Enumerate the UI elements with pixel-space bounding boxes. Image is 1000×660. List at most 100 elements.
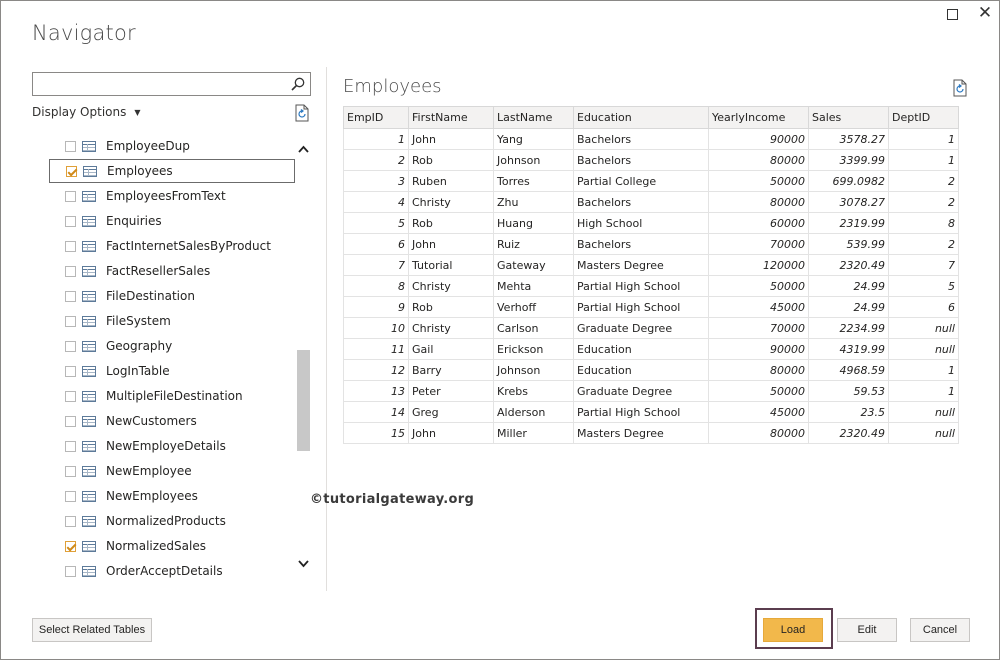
table-cell: Rob <box>408 296 494 318</box>
list-item-label: FactResellerSales <box>106 264 211 278</box>
close-icon[interactable]: ✕ <box>976 3 994 23</box>
list-item[interactable]: Employees <box>49 159 295 183</box>
list-item[interactable]: OrderAcceptDetails <box>49 559 295 583</box>
checkbox[interactable] <box>65 190 76 202</box>
table-cell: 3 <box>343 170 409 192</box>
table-cell: 3399.99 <box>808 149 889 171</box>
list-item-label: OrderAcceptDetails <box>106 564 223 578</box>
table-cell: 24.99 <box>808 275 889 297</box>
column-header[interactable]: Sales <box>808 106 889 129</box>
chevron-down-icon[interactable] <box>296 556 311 571</box>
table-cell: 8 <box>888 212 959 234</box>
checkbox[interactable] <box>65 240 76 252</box>
search-icon[interactable] <box>290 76 306 92</box>
select-related-tables-button[interactable]: Select Related Tables <box>32 618 152 642</box>
table-cell: null <box>888 317 959 339</box>
column-header[interactable]: LastName <box>493 106 574 129</box>
scrollbar-thumb[interactable] <box>297 350 310 451</box>
checkbox[interactable] <box>65 540 76 552</box>
display-options-dropdown[interactable]: Display Options ▼ <box>32 105 141 119</box>
table-cell: 45000 <box>708 401 809 423</box>
table-cell: 50000 <box>708 380 809 402</box>
list-item[interactable]: NormalizedSales <box>49 534 295 558</box>
table-row: 8 Christy Mehta Partial High School 50000 24.… <box>343 275 959 297</box>
checkbox[interactable] <box>65 290 76 302</box>
table-cell: 2 <box>343 149 409 171</box>
list-scrollbar[interactable] <box>296 128 311 590</box>
column-header[interactable]: FirstName <box>408 106 494 129</box>
checkbox[interactable] <box>65 140 76 152</box>
table-row: 5 Rob Huang High School 60000 2319.99 8 <box>343 212 959 234</box>
chevron-up-icon[interactable] <box>296 142 311 157</box>
table-cell: 4 <box>343 191 409 213</box>
list-item[interactable]: NewEmployeDetails <box>49 434 295 458</box>
table-row: 11 Gail Erickson Education 90000 4319.99 null <box>343 338 959 360</box>
cancel-button[interactable]: Cancel <box>910 618 970 642</box>
column-header[interactable]: DeptID <box>888 106 959 129</box>
column-header[interactable]: EmpID <box>343 106 409 129</box>
checkbox[interactable] <box>65 440 76 452</box>
table-cell: Bachelors <box>573 233 709 255</box>
preview-title: Employees <box>343 76 442 97</box>
maximize-icon[interactable] <box>947 9 958 20</box>
table-cell: Greg <box>408 401 494 423</box>
list-item-label: LogInTable <box>106 364 170 378</box>
list-item[interactable]: FileSystem <box>49 309 295 333</box>
list-item[interactable]: NewEmployee <box>49 459 295 483</box>
table-cell: Ruiz <box>493 233 574 255</box>
checkbox[interactable] <box>65 565 76 577</box>
table-icon <box>82 215 96 227</box>
checkbox[interactable] <box>65 315 76 327</box>
list-item[interactable]: NewEmployees <box>49 484 295 508</box>
checkbox[interactable] <box>65 465 76 477</box>
table-cell: Tutorial <box>408 254 494 276</box>
list-item[interactable]: Geography <box>49 334 295 358</box>
column-header[interactable]: Education <box>573 106 709 129</box>
table-cell: Ruben <box>408 170 494 192</box>
checkbox[interactable] <box>65 340 76 352</box>
table-cell: 2 <box>888 233 959 255</box>
list-item-label: NewCustomers <box>106 414 197 428</box>
list-item[interactable]: EmployeeDup <box>49 134 295 158</box>
load-button[interactable]: Load <box>763 618 823 642</box>
table-cell: Alderson <box>493 401 574 423</box>
list-item[interactable]: Enquiries <box>49 209 295 233</box>
table-cell: Rob <box>408 212 494 234</box>
table-cell: 699.0982 <box>808 170 889 192</box>
search-input[interactable] <box>33 73 283 95</box>
table-cell: 1 <box>888 149 959 171</box>
table-cell: 2 <box>888 191 959 213</box>
list-item[interactable]: NormalizedProducts <box>49 509 295 533</box>
checkbox[interactable] <box>65 265 76 277</box>
list-item-label: MultipleFileDestination <box>106 389 243 403</box>
list-item[interactable]: MultipleFileDestination <box>49 384 295 408</box>
table-cell: 80000 <box>708 359 809 381</box>
list-item[interactable]: NewCustomers <box>49 409 295 433</box>
checkbox[interactable] <box>65 390 76 402</box>
column-header[interactable]: YearlyIncome <box>708 106 809 129</box>
checkbox[interactable] <box>65 365 76 377</box>
list-item-label: EmployeeDup <box>106 139 190 153</box>
list-item[interactable]: LogInTable <box>49 359 295 383</box>
table-cell: 6 <box>343 233 409 255</box>
list-item[interactable]: FactInternetSalesByProduct <box>49 234 295 258</box>
table-cell: 1 <box>888 128 959 150</box>
table-row: 12 Barry Johnson Education 80000 4968.59 1 <box>343 359 959 381</box>
refresh-icon[interactable] <box>294 104 310 122</box>
list-item[interactable]: EmployeesFromText <box>49 184 295 208</box>
table-body: 1 John Yang Bachelors 90000 3578.27 1 2 Rob Johns… <box>343 128 959 444</box>
table-cell: Huang <box>493 212 574 234</box>
checkbox[interactable] <box>65 515 76 527</box>
refresh-icon[interactable] <box>952 79 968 97</box>
table-cell: 9 <box>343 296 409 318</box>
table-cell: 70000 <box>708 317 809 339</box>
list-item-label: FileSystem <box>106 314 171 328</box>
list-item[interactable]: FileDestination <box>49 284 295 308</box>
edit-button[interactable]: Edit <box>837 618 897 642</box>
checkbox[interactable] <box>65 490 76 502</box>
search-box[interactable] <box>32 72 311 96</box>
checkbox[interactable] <box>65 415 76 427</box>
checkbox[interactable] <box>66 165 77 177</box>
list-item[interactable]: FactResellerSales <box>49 259 295 283</box>
checkbox[interactable] <box>65 215 76 227</box>
